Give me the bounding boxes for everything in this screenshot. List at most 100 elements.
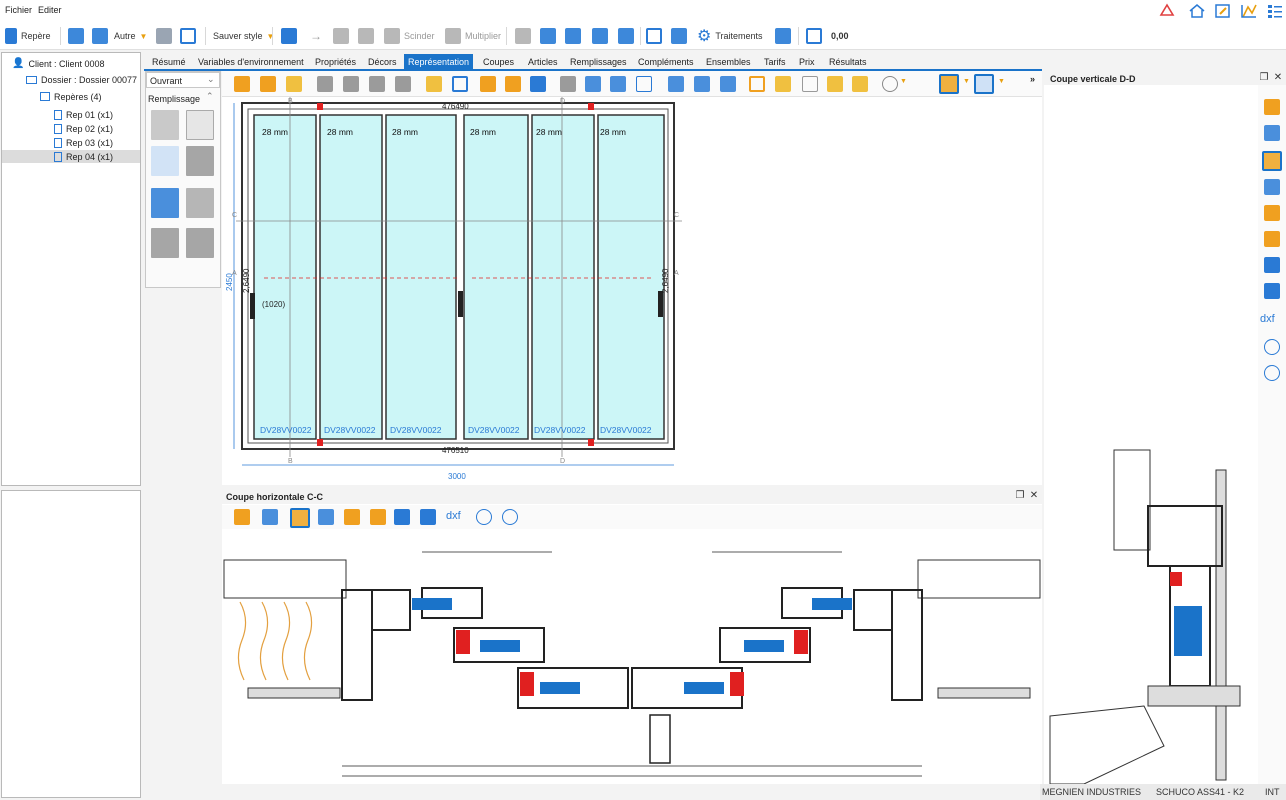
- menu-edit[interactable]: Editer: [38, 5, 62, 15]
- align2-icon[interactable]: [694, 76, 710, 92]
- tab-decors[interactable]: Décors: [364, 54, 401, 70]
- calculator-button[interactable]: [806, 26, 822, 46]
- node2-icon[interactable]: [585, 76, 601, 92]
- grid-edit-icon[interactable]: [286, 76, 302, 92]
- traitements-button[interactable]: ⚙ Traitements: [697, 26, 763, 46]
- dimension-tool-icon[interactable]: [1264, 231, 1280, 247]
- node-icon[interactable]: [560, 76, 576, 92]
- traitement-doc-button[interactable]: [775, 26, 791, 46]
- scinder-button[interactable]: Scinder: [384, 26, 435, 46]
- node3-icon[interactable]: [610, 76, 626, 92]
- tab-coupes[interactable]: Coupes: [479, 54, 518, 70]
- tree-reperes[interactable]: Repères (4): [40, 90, 102, 103]
- ruler-tool-icon[interactable]: [344, 509, 360, 525]
- ruler-tool-icon[interactable]: [1264, 205, 1280, 221]
- align-icon[interactable]: [668, 76, 684, 92]
- note-icon[interactable]: [775, 76, 791, 92]
- close-icon[interactable]: ✕: [1272, 72, 1284, 84]
- dimension-tool-icon[interactable]: [370, 509, 386, 525]
- fill-hatch2-tool[interactable]: [186, 110, 214, 140]
- info-icon[interactable]: [974, 74, 994, 94]
- text-tool-icon[interactable]: [394, 509, 410, 525]
- document-button[interactable]: [156, 26, 172, 46]
- dxf-export-icon[interactable]: dxf: [446, 510, 461, 522]
- marker-icon[interactable]: [260, 76, 276, 92]
- tab-articles[interactable]: Articles: [524, 54, 562, 70]
- ouvrant-dropdown[interactable]: Ouvrant ⌄: [146, 72, 220, 88]
- dropdown-arrow-icon[interactable]: ▼: [963, 78, 970, 85]
- dropdown-arrow-icon[interactable]: ▼: [900, 78, 907, 85]
- tab-prix[interactable]: Prix: [795, 54, 819, 70]
- repere-button[interactable]: Repère: [5, 26, 51, 46]
- zoom-reset-icon[interactable]: [1264, 365, 1280, 381]
- multiplier-button[interactable]: Multiplier: [445, 26, 501, 46]
- zoom-reset-icon[interactable]: [502, 509, 518, 525]
- tab-proprietes[interactable]: Propriétés: [311, 54, 360, 70]
- annotate-tool-icon[interactable]: [1264, 283, 1280, 299]
- menu-file[interactable]: Fichier: [5, 5, 32, 15]
- tree-rep-04[interactable]: Rep 04 (x1): [2, 150, 140, 163]
- select-tool-icon[interactable]: [1262, 151, 1282, 171]
- doc-note2-icon[interactable]: [852, 76, 868, 92]
- home-icon[interactable]: [1188, 3, 1206, 21]
- fill-gray-icon[interactable]: [317, 76, 333, 92]
- text-tool-icon[interactable]: [1264, 257, 1280, 273]
- restore-icon[interactable]: ❐: [1258, 72, 1270, 84]
- save-button[interactable]: [180, 26, 196, 46]
- profile-tool-icon[interactable]: [1264, 125, 1280, 141]
- link-icon[interactable]: [452, 76, 468, 92]
- hand-tool-icon[interactable]: [318, 509, 334, 525]
- bucket-icon[interactable]: [343, 76, 359, 92]
- import-button[interactable]: [540, 26, 556, 46]
- autre-button[interactable]: Autre ▼: [114, 26, 147, 46]
- fill-hatch-tool[interactable]: [151, 110, 179, 140]
- dxf-export-icon[interactable]: dxf: [1260, 313, 1275, 325]
- view-mode-icon[interactable]: [939, 74, 959, 94]
- annotate-tool-icon[interactable]: [420, 509, 436, 525]
- chevron-up-icon[interactable]: ⌃: [206, 91, 214, 102]
- doc2-button[interactable]: [358, 26, 374, 46]
- tree-client[interactable]: 👤 Client : Client 0008: [12, 57, 105, 70]
- doc-note-icon[interactable]: [827, 76, 843, 92]
- copy-button[interactable]: [68, 26, 84, 46]
- tree-rep-02[interactable]: Rep 02 (x1): [54, 122, 113, 135]
- tab-complements[interactable]: Compléments: [634, 54, 698, 70]
- text-ab-icon[interactable]: [530, 76, 546, 92]
- refresh-button[interactable]: [565, 26, 581, 46]
- select-tool-icon[interactable]: [290, 508, 310, 528]
- tab-remplissages[interactable]: Remplissages: [566, 54, 631, 70]
- export2-button[interactable]: [618, 26, 634, 46]
- zoom-in-icon[interactable]: [1264, 339, 1280, 355]
- tab-ensembles[interactable]: Ensembles: [702, 54, 755, 70]
- tree-rep-01[interactable]: Rep 01 (x1): [54, 108, 113, 121]
- zoom-circle-icon[interactable]: [882, 76, 898, 92]
- grid-button[interactable]: [92, 26, 108, 46]
- delete-button[interactable]: [515, 26, 531, 46]
- fill-grid-tool[interactable]: [151, 188, 179, 218]
- export-button[interactable]: [592, 26, 608, 46]
- tree-dossier[interactable]: Dossier : Dossier 00077: [26, 73, 137, 86]
- pencil-icon[interactable]: [234, 76, 250, 92]
- sauver-style-button[interactable]: Sauver style ▼: [213, 26, 274, 46]
- door-icon[interactable]: [369, 76, 385, 92]
- overflow-icon[interactable]: »: [1030, 74, 1035, 84]
- ruler-icon[interactable]: [480, 76, 496, 92]
- restore-icon[interactable]: ❐: [1014, 490, 1026, 502]
- cog-icon[interactable]: [749, 76, 765, 92]
- tab-variables[interactable]: Variables d'environnement: [194, 54, 308, 70]
- chart-export-icon[interactable]: [1240, 3, 1258, 21]
- tab-resultats[interactable]: Résultats: [825, 54, 871, 70]
- recycle-icon[interactable]: [1158, 3, 1176, 21]
- close-icon[interactable]: ✕: [1028, 490, 1040, 502]
- zoom-in-icon[interactable]: [476, 509, 492, 525]
- profile-tool-icon[interactable]: [262, 509, 278, 525]
- align3-icon[interactable]: [720, 76, 736, 92]
- fill-panel-tool[interactable]: [151, 228, 179, 258]
- edit-icon[interactable]: [1214, 3, 1232, 21]
- frame-icon[interactable]: [636, 76, 652, 92]
- sun-icon[interactable]: [426, 76, 442, 92]
- tree-rep-03[interactable]: Rep 03 (x1): [54, 136, 113, 149]
- bars-icon[interactable]: [395, 76, 411, 92]
- layout-button[interactable]: [646, 26, 662, 46]
- arrow-tool-icon[interactable]: [1264, 99, 1280, 115]
